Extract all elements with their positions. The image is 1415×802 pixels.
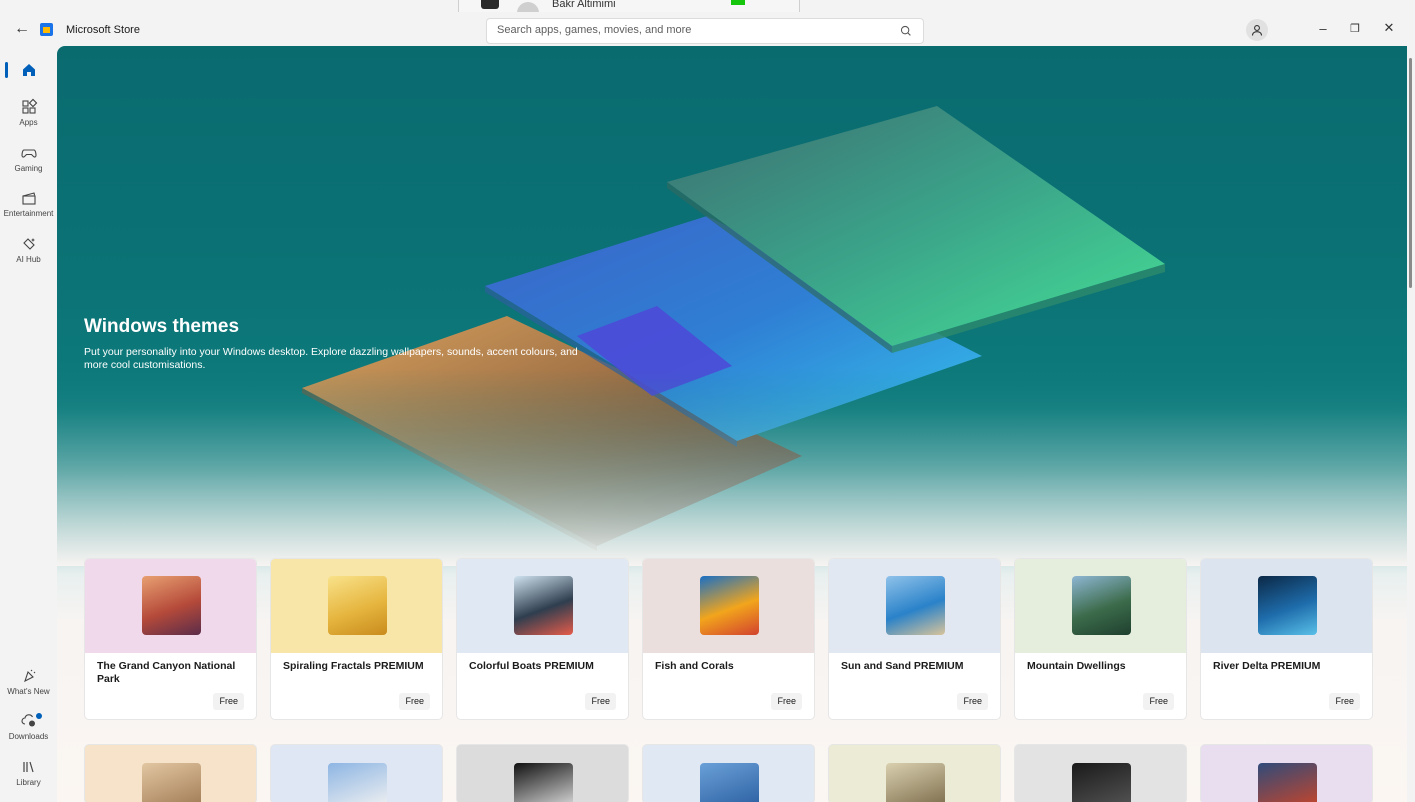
theme-card[interactable]: Spiraling Fractals PREMIUM Free: [270, 558, 443, 720]
clapperboard-icon: [21, 192, 36, 205]
store-logo-icon: [40, 23, 53, 36]
theme-name[interactable]: Mountain Dwellings: [1027, 660, 1175, 673]
background-window-peek: Bakr Altimimi: [458, 0, 800, 12]
theme-thumbnail[interactable]: [1258, 763, 1317, 802]
sidebar-item-label: Gaming: [14, 164, 43, 173]
theme-card[interactable]: [84, 744, 257, 802]
user-icon: [1251, 25, 1263, 36]
whats-new-icon: [23, 669, 35, 683]
theme-card[interactable]: Sun and Sand PREMIUM Free: [828, 558, 1001, 720]
theme-card-banner: [643, 559, 814, 653]
theme-name[interactable]: Colorful Boats PREMIUM: [469, 660, 617, 673]
theme-name[interactable]: River Delta PREMIUM: [1213, 660, 1361, 673]
minimize-button[interactable]: –: [1308, 16, 1338, 40]
theme-thumbnail[interactable]: [142, 576, 201, 635]
search-box[interactable]: [486, 18, 924, 44]
ai-hub-icon: [22, 238, 35, 250]
sidebar: Apps Gaming Entertainment AI Hub What's …: [0, 48, 57, 802]
theme-thumbnail[interactable]: [1072, 576, 1131, 635]
theme-card[interactable]: [456, 744, 629, 802]
sidebar-item-apps[interactable]: Apps: [0, 98, 57, 142]
theme-thumbnail[interactable]: [328, 763, 387, 802]
sidebar-item-gaming[interactable]: Gaming: [0, 144, 57, 188]
restore-button[interactable]: ❐: [1340, 16, 1370, 40]
apps-icon: [21, 98, 37, 114]
sidebar-item-library[interactable]: Library: [0, 758, 57, 802]
theme-card[interactable]: Colorful Boats PREMIUM Free: [456, 558, 629, 720]
back-button[interactable]: ←: [14, 20, 30, 38]
title-bar: ← Microsoft Store – ❐ ✕: [0, 12, 1415, 48]
search-icon[interactable]: [899, 24, 913, 38]
price-badge: Free: [585, 693, 616, 710]
account-avatar-button[interactable]: [1246, 19, 1268, 41]
theme-thumbnail[interactable]: [1072, 763, 1131, 802]
theme-thumbnail[interactable]: [1258, 576, 1317, 635]
theme-card[interactable]: [642, 744, 815, 802]
sidebar-item-label: Library: [16, 778, 41, 787]
app-title: Microsoft Store: [66, 24, 140, 36]
price-badge: Free: [1329, 693, 1360, 710]
library-icon: [22, 761, 34, 773]
theme-card[interactable]: [270, 744, 443, 802]
home-icon: [22, 64, 35, 76]
close-button[interactable]: ✕: [1374, 16, 1404, 40]
sidebar-item-label: What's New: [7, 687, 50, 696]
search-input[interactable]: [495, 23, 899, 37]
sidebar-item-ai-hub[interactable]: AI Hub: [0, 235, 57, 279]
theme-thumbnail[interactable]: [700, 576, 759, 635]
price-badge: Free: [213, 693, 244, 710]
theme-card[interactable]: [828, 744, 1001, 802]
theme-thumbnail[interactable]: [514, 763, 573, 802]
theme-card-banner: [829, 559, 1000, 653]
theme-card-banner: [85, 559, 256, 653]
theme-card-banner: [457, 559, 628, 653]
theme-card[interactable]: River Delta PREMIUM Free: [1200, 558, 1373, 720]
gamepad-icon: [20, 149, 37, 158]
active-indicator: [5, 62, 8, 78]
peek-status-bar: [731, 0, 745, 5]
price-badge: Free: [1143, 693, 1174, 710]
peek-avatar: [517, 2, 539, 12]
sidebar-item-downloads[interactable]: Downloads: [0, 712, 57, 756]
sidebar-item-label: Downloads: [8, 732, 49, 741]
theme-name[interactable]: The Grand Canyon National Park: [97, 660, 245, 686]
downloads-badge: [36, 713, 42, 719]
sidebar-item-label: Apps: [19, 118, 38, 127]
price-badge: Free: [957, 693, 988, 710]
scrollbar[interactable]: [1407, 46, 1415, 802]
theme-card[interactable]: Mountain Dwellings Free: [1014, 558, 1187, 720]
hero-title[interactable]: Windows themes: [84, 316, 239, 338]
theme-name[interactable]: Fish and Corals: [655, 660, 803, 673]
theme-card[interactable]: The Grand Canyon National Park Free: [84, 558, 257, 720]
theme-card[interactable]: [1014, 744, 1187, 802]
theme-name[interactable]: Sun and Sand PREMIUM: [841, 660, 989, 673]
sidebar-item-label: AI Hub: [16, 255, 41, 264]
theme-thumbnail[interactable]: [514, 576, 573, 635]
theme-card-banner: [1015, 559, 1186, 653]
sidebar-item-whats-new[interactable]: What's New: [0, 667, 57, 711]
theme-thumbnail[interactable]: [886, 763, 945, 802]
theme-card[interactable]: Fish and Corals Free: [642, 558, 815, 720]
theme-name[interactable]: Spiraling Fractals PREMIUM: [283, 660, 431, 673]
price-badge: Free: [771, 693, 802, 710]
main-content: Windows themes Put your personality into…: [57, 46, 1407, 802]
peek-dark-block: [481, 0, 499, 9]
sidebar-item-label: Entertainment: [3, 209, 54, 218]
theme-card[interactable]: [1200, 744, 1373, 802]
theme-thumbnail[interactable]: [700, 763, 759, 802]
theme-thumbnail[interactable]: [328, 576, 387, 635]
sidebar-item-home[interactable]: [0, 48, 57, 92]
price-badge: Free: [399, 693, 430, 710]
theme-card-banner: [271, 559, 442, 653]
downloads-icon: [21, 714, 35, 727]
sidebar-item-entertainment[interactable]: Entertainment: [0, 189, 57, 233]
theme-card-banner: [1201, 559, 1372, 653]
hero-themes-illustration[interactable]: [57, 46, 1407, 566]
hero-description: Put your personality into your Windows d…: [84, 346, 578, 371]
peek-user-name: Bakr Altimimi: [552, 0, 616, 10]
theme-thumbnail[interactable]: [886, 576, 945, 635]
scrollbar-thumb[interactable]: [1409, 58, 1412, 288]
theme-thumbnail[interactable]: [142, 763, 201, 802]
